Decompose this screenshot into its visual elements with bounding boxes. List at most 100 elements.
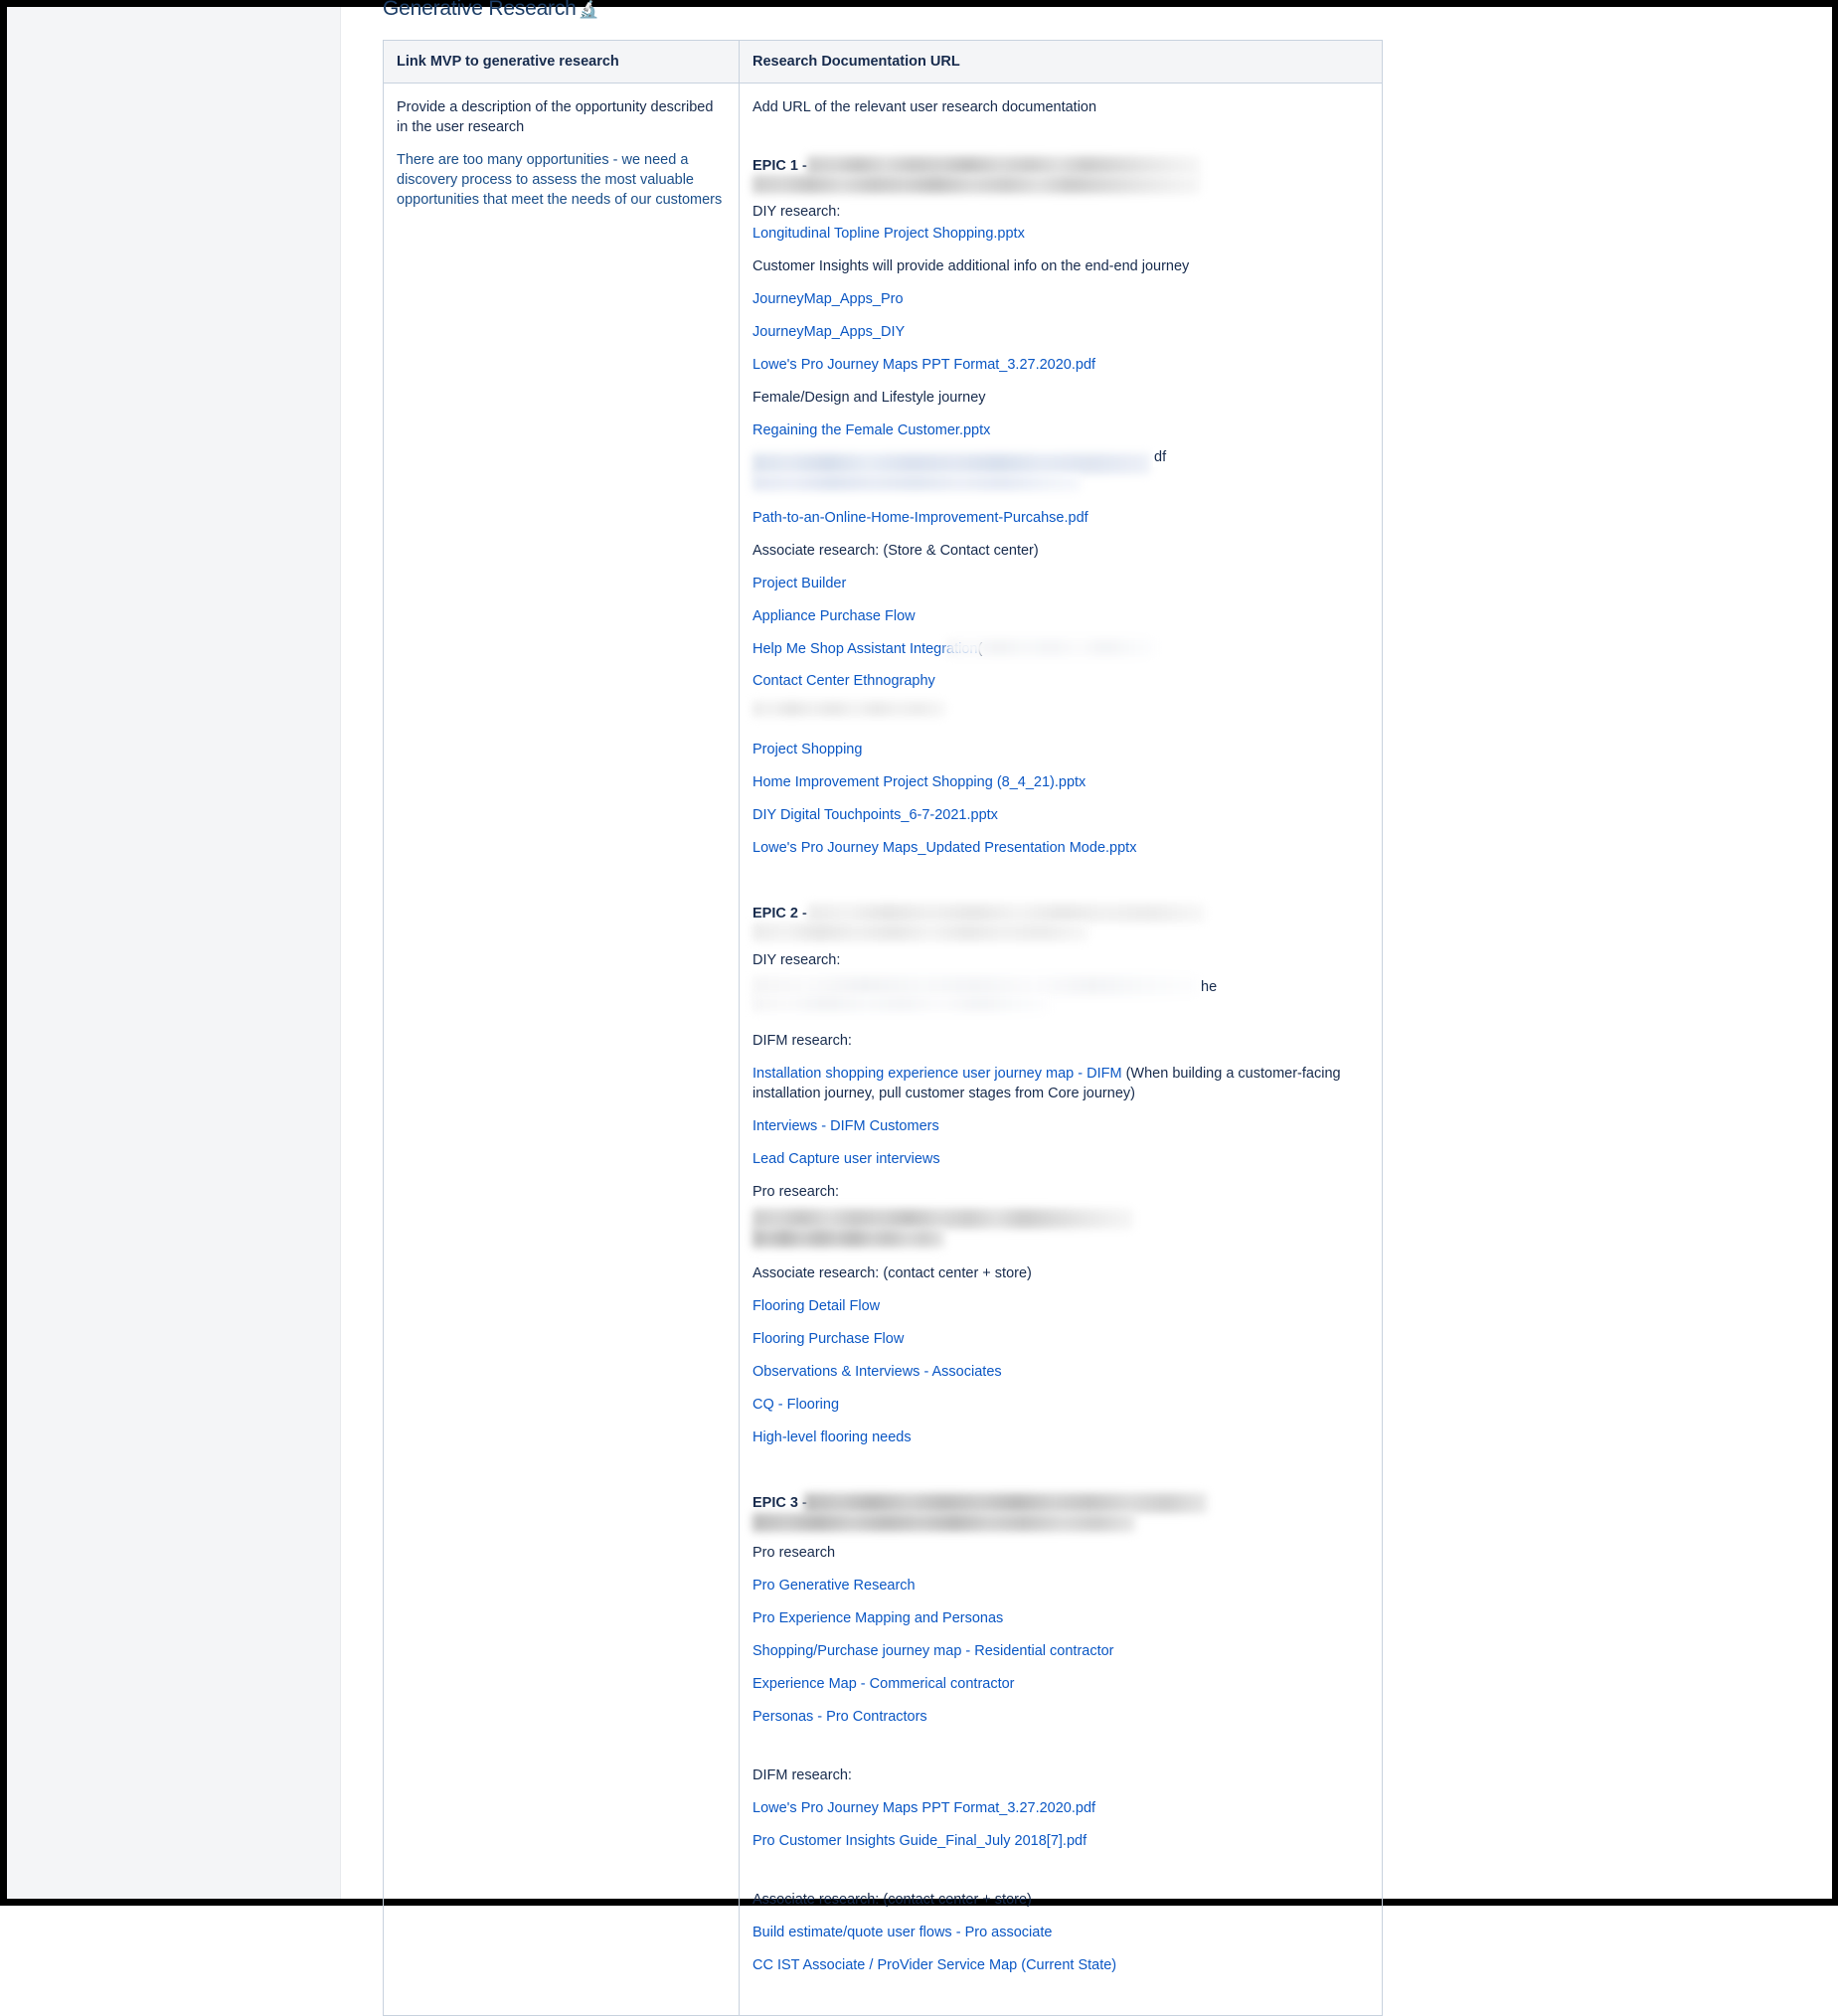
link-row: Personas - Pro Contractors (752, 1707, 1370, 1727)
link-diy-digital-touchpoints[interactable]: Home Improvement Project Shopping (8_4_2… (752, 774, 1086, 790)
epic-1-diy-label: DIY research: (752, 204, 841, 220)
research-table: Link MVP to generative research Research… (383, 40, 1383, 2016)
column-header-link-mvp: Link MVP to generative research (383, 40, 740, 84)
epic-2-title-redaction-line2 (752, 923, 1088, 941)
epic-3-title-redaction-line2 (752, 1513, 1135, 1532)
link-flooring-detail-flow[interactable]: Flooring Detail Flow (752, 1298, 880, 1314)
link-row: DIY Digital Touchpoints_6-7-2021.pptx (752, 805, 1370, 825)
link-row: Flooring Purchase Flow (752, 1329, 1370, 1349)
link-row: Contact Center Ethnography (752, 671, 1370, 691)
link-row: Help Me Shop Assistant Integration( (752, 639, 1370, 658)
redaction-bar (752, 995, 1051, 1012)
link-longitudinal-topline[interactable]: Longitudinal Topline Project Shopping.pp… (752, 226, 1025, 242)
link-row: Appliance Purchase Flow (752, 606, 1370, 626)
page-title-text: Generative Research (383, 0, 577, 20)
link-contact-center-ethnography[interactable]: Contact Center Ethnography (752, 673, 935, 689)
link-row: Lead Capture user interviews (752, 1149, 1370, 1169)
link-installation-shopping-experience-map[interactable]: Installation shopping experience user jo… (752, 1066, 1122, 1082)
page-title: Generative Research 🔬 (383, 0, 599, 21)
link-build-estimate-quote-user-flows[interactable]: Build estimate/quote user flows - Pro as… (752, 1925, 1052, 1940)
link-appliance-purchase-flow[interactable]: Appliance Purchase Flow (752, 608, 916, 624)
link-cq-flooring[interactable]: CQ - Flooring (752, 1397, 839, 1413)
link-pro-generative-research[interactable]: Pro Generative Research (752, 1578, 916, 1594)
epic-2-label: EPIC 2 - (752, 906, 807, 922)
cell-opportunity-description: Provide a description of the opportunity… (383, 83, 740, 2016)
document-content: Generative Research 🔬 Link MVP to generat… (341, 0, 1832, 2016)
redaction-bar (752, 1209, 1133, 1229)
link-row: Lowe's Pro Journey Maps_Updated Presenta… (752, 838, 1370, 858)
link-project-builder[interactable]: Project Builder (752, 576, 846, 591)
link-row: Installation shopping experience user jo… (752, 1064, 1370, 1103)
redaction-tail-text: df (1153, 447, 1167, 467)
link-cc-ist-associate-provider-service-map[interactable]: CC IST Associate / ProVider Service Map … (752, 1957, 1116, 1973)
epic-3-title-redaction (804, 1493, 1207, 1513)
epic-3-pro-label: Pro research (752, 1545, 836, 1561)
link-lowes-pro-journey-maps-ppt[interactable]: Lowe's Pro Journey Maps PPT Format_3.27.… (752, 357, 1095, 373)
link-shopping-purchase-journey-residential[interactable]: Shopping/Purchase journey map - Resident… (752, 1643, 1114, 1659)
opportunity-prompt: Provide a description of the opportunity… (397, 99, 714, 135)
link-row: Lowe's Pro Journey Maps PPT Format_3.27.… (752, 355, 1370, 375)
epic-2-difm-label: DIFM research: (752, 1033, 852, 1049)
epic-3-heading: EPIC 3 - (752, 1493, 1370, 1543)
epic-2-associate-label: Associate research: (contact center + st… (752, 1265, 1032, 1281)
epic-2-pro-label: Pro research: (752, 1184, 840, 1200)
link-help-me-shop-assistant[interactable]: Help Me Shop Assistant Integration (752, 641, 978, 657)
link-regaining-female-customer[interactable]: Regaining the Female Customer.pptx (752, 422, 990, 438)
cell-research-urls: Add URL of the relevant user research do… (739, 83, 1383, 2016)
link-row: Lowe's Pro Journey Maps PPT Format_3.27.… (752, 1798, 1370, 1818)
epic-1-associate-label: Associate research: (Store & Contact cen… (752, 543, 1039, 559)
epic-2-heading: EPIC 2 - (752, 904, 1370, 950)
link-row: Build estimate/quote user flows - Pro as… (752, 1923, 1370, 1942)
link-high-level-flooring-needs[interactable]: High-level flooring needs (752, 1429, 912, 1445)
redaction-bar (752, 474, 1081, 491)
link-row: Pro Customer Insights Guide_Final_July 2… (752, 1831, 1370, 1851)
link-lowes-pro-journey-maps-updated[interactable]: DIY Digital Touchpoints_6-7-2021.pptx (752, 807, 998, 823)
link-home-improvement-project-shopping[interactable]: Project Shopping (752, 742, 862, 757)
link-row: CQ - Flooring (752, 1395, 1370, 1415)
redaction-bar (752, 453, 1150, 474)
table-header-row: Link MVP to generative research Research… (383, 40, 1383, 84)
link-flooring-purchase-flow[interactable]: Flooring Purchase Flow (752, 1331, 904, 1347)
link-row: Regaining the Female Customer.pptx (752, 420, 1370, 440)
redaction-tail-text: he (1200, 977, 1218, 997)
link-interviews-difm-customers[interactable]: Interviews - DIFM Customers (752, 1118, 939, 1134)
research-url-prompt: Add URL of the relevant user research do… (752, 99, 1097, 115)
link-journeymap-apps-diy[interactable]: JourneyMap_Apps_DIY (752, 324, 905, 340)
link-path-to-online-home-improvement[interactable]: Path-to-an-Online-Home-Improvement-Purca… (752, 510, 1088, 526)
link-row: JourneyMap_Apps_DIY (752, 322, 1370, 342)
link-pro-experience-mapping-personas[interactable]: Pro Experience Mapping and Personas (752, 1610, 1003, 1626)
link-pro-customer-insights-guide[interactable]: Pro Customer Insights Guide_Final_July 2… (752, 1833, 1086, 1849)
link-row: CC IST Associate / ProVider Service Map … (752, 1955, 1370, 1975)
epic-1-redacted-block-2 (752, 701, 1370, 727)
link-row: Project Builder (752, 574, 1370, 593)
link-row: Shopping/Purchase journey map - Resident… (752, 1641, 1370, 1661)
link-experience-map-commercial[interactable]: Experience Map - Commerical contractor (752, 1676, 1015, 1692)
link-project-selling-research[interactable]: Lowe's Pro Journey Maps_Updated Presenta… (752, 840, 1136, 856)
link-row: High-level flooring needs (752, 1428, 1370, 1447)
redaction-bar (752, 976, 1200, 995)
column-header-research-url: Research Documentation URL (739, 40, 1383, 84)
epic-1-title-redaction-line2 (752, 175, 1200, 194)
epic-1-heading: EPIC 1 - (752, 156, 1370, 202)
link-personas-pro-contractors[interactable]: Personas - Pro Contractors (752, 1709, 927, 1725)
epic-2-redacted-block-2 (752, 1209, 1370, 1259)
link-row: Experience Map - Commerical contractor (752, 1674, 1370, 1694)
left-rail (7, 7, 341, 1899)
link-row: Observations & Interviews - Associates (752, 1362, 1370, 1382)
link-row: Path-to-an-Online-Home-Improvement-Purca… (752, 508, 1370, 528)
epic-1-ci-note: Customer Insights will provide additiona… (752, 258, 1190, 274)
link-observations-interviews-associates[interactable]: Observations & Interviews - Associates (752, 1364, 1002, 1380)
redaction-bar (752, 1229, 944, 1248)
opportunity-answer: There are too many opportunities - we ne… (397, 152, 723, 208)
epic-3-associate-label: Associate research: (contact center + st… (752, 1892, 1032, 1908)
link-row: Pro Experience Mapping and Personas (752, 1608, 1370, 1628)
epic-2-title-redaction (808, 904, 1205, 923)
epic-1-label: EPIC 1 - (752, 158, 807, 174)
redaction-bar (946, 639, 1156, 656)
link-row: Pro Generative Research (752, 1576, 1370, 1596)
microscope-icon: 🔬 (578, 0, 599, 19)
link-lowes-pro-journey-maps-ppt-2[interactable]: Lowe's Pro Journey Maps PPT Format_3.27.… (752, 1800, 1095, 1816)
link-lead-capture-user-interviews[interactable]: Lead Capture user interviews (752, 1151, 940, 1167)
epic-1-female-journey: Female/Design and Lifestyle journey (752, 390, 986, 406)
link-journeymap-apps-pro[interactable]: JourneyMap_Apps_Pro (752, 291, 904, 307)
